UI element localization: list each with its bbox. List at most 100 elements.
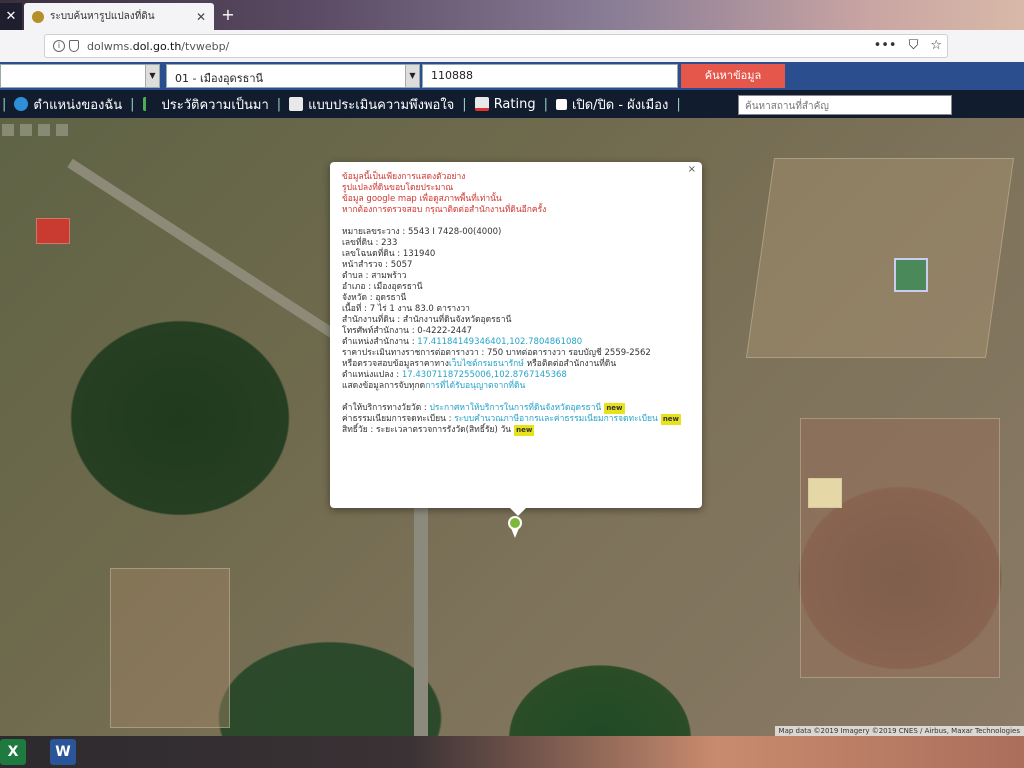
- new-badge: new: [660, 414, 682, 425]
- menu-separator: |: [462, 96, 467, 112]
- field-row: สำนักงานที่ดิน : สำนักงานที่ดินจังหวัดอุ…: [342, 315, 512, 325]
- search-button[interactable]: ค้นหาข้อมูล: [681, 64, 785, 88]
- warning-line: หากต้องการตรวจสอบ กรุณาติดต่อสำนักงานที่…: [342, 205, 547, 215]
- layer-icon[interactable]: [38, 124, 50, 136]
- service-row: คำให้บริการทางวัยวัด : ประกาศหาให้บริการ…: [342, 403, 625, 414]
- warning-line: รูปแปลงที่ดินขอบโดยประมาณ: [342, 183, 454, 193]
- permit-link[interactable]: การที่ได้รับอนุญาตจากที่ดิน: [425, 381, 525, 391]
- parcel-search-row: ▼ 01 - เมืองอุดรธานี ▼ 110888 ค้นหาข้อมู…: [0, 62, 1024, 90]
- location-icon: [14, 97, 29, 111]
- chevron-down-icon: ▼: [145, 65, 159, 87]
- office-location-link[interactable]: 17.41184149346401,102.7804861080: [417, 337, 582, 347]
- field-row: หมายเลขระวาง : 5543 I 7428-00(4000): [342, 227, 502, 237]
- menu-item-label: ประวัติความเป็นมา: [161, 97, 269, 113]
- menu-item-label: แบบประเมินความพึงพอใจ: [308, 97, 455, 113]
- url-actions: ••• ⛉ ☆: [874, 38, 942, 53]
- pocket-icon[interactable]: ⛉: [909, 38, 919, 53]
- field-row: จังหวัด : อุดรธานี: [342, 293, 407, 303]
- parcel-location-link[interactable]: 17.43071187255006,102.8767145368: [402, 370, 567, 380]
- service-link[interactable]: ระบบคำนวณภาษีอากรและค่าธรรมเนียมการจดทะเ…: [454, 414, 658, 424]
- parcel-number-value: 110888: [431, 69, 473, 82]
- field-row: เนื้อที่ : 7 ไร่ 1 งาน 83.0 ตารางวา: [342, 304, 470, 314]
- field-row: โทรศัพท์สำนักงาน : 0-4222-2447: [342, 326, 473, 336]
- map-building: [36, 218, 70, 244]
- map-building: [808, 478, 842, 508]
- district-select[interactable]: 01 - เมืองอุดรธานี ▼: [166, 64, 420, 88]
- new-badge: new: [604, 403, 625, 414]
- menu-item-my-location[interactable]: ตำแหน่งของฉัน: [8, 94, 128, 115]
- close-icon[interactable]: ×: [688, 164, 696, 175]
- close-icon[interactable]: ✕: [196, 10, 206, 24]
- checkbox-icon[interactable]: [556, 98, 567, 110]
- map-road: [414, 498, 428, 736]
- menu-separator: |: [543, 96, 548, 112]
- history-icon: [142, 97, 157, 111]
- menu-item-town-plan-toggle[interactable]: เปิด/ปิด - ผังเมือง: [550, 94, 674, 115]
- menu-separator: |: [276, 96, 282, 112]
- field-row: เลขโฉนดที่ดิน : 131940: [342, 249, 436, 259]
- survey-icon: [289, 97, 304, 111]
- map-field: [110, 568, 230, 728]
- new-badge: new: [514, 425, 535, 436]
- field-row: เลขที่ดิน : 233: [342, 238, 398, 248]
- treasury-link[interactable]: เว็บไซต์กรมธนารักษ์: [449, 359, 524, 369]
- measure-icon[interactable]: [2, 124, 14, 136]
- field-row: หน้าสำรวจ : 5057: [342, 260, 413, 270]
- excel-icon[interactable]: X: [0, 739, 26, 765]
- province-select[interactable]: ▼: [0, 64, 160, 88]
- menu-separator: |: [2, 96, 7, 112]
- close-tab-icon[interactable]: ✕: [0, 3, 22, 30]
- warning-line: ข้อมูล google map เพื่อดูสภาพพื้นที่เท่า…: [342, 194, 502, 204]
- browser-tab-active[interactable]: ระบบค้นหารูปแปลงที่ดิน ✕: [24, 3, 214, 30]
- field-row: ตำแหน่งแปลง : 17.43071187255006,102.8767…: [342, 370, 567, 380]
- address-bar[interactable]: i dolwms.dol.go.th/tvwebp/: [44, 34, 948, 58]
- draw-icon[interactable]: [20, 124, 32, 136]
- parcel-number-input[interactable]: 110888: [422, 64, 678, 88]
- map-toolbar: [2, 124, 68, 136]
- warning-line: ข้อมูลนี้เป็นเพียงการแสดงตัวอย่าง: [342, 172, 466, 182]
- os-taskbar: X W: [0, 736, 1024, 768]
- menu-item-label: เปิด/ปิด - ผังเมือง: [572, 97, 669, 113]
- field-row: ตำบล : สามพร้าว: [342, 271, 407, 281]
- menu-separator: |: [130, 96, 135, 112]
- site-favicon-icon: [32, 10, 44, 23]
- field-row: อำเภอ : เมืองอุดรธานี: [342, 282, 423, 292]
- map-building: [894, 258, 928, 292]
- menu-item-label: ตำแหน่งของฉัน: [33, 97, 123, 113]
- main-menu: | ตำแหน่งของฉัน | ประวัติความเป็นมา | แบ…: [0, 90, 1024, 118]
- field-row: แสดงข้อมูลการจับทุกดการที่ได้รับอนุญาตจา…: [342, 381, 526, 391]
- place-search-input[interactable]: ค้นหาสถานที่สำคัญ: [738, 95, 952, 115]
- tab-title: ระบบค้นหารูปแปลงที่ดิน: [50, 11, 155, 22]
- service-link[interactable]: ประกาศหาให้บริการในการที่ดินจังหวัดอุดรธ…: [430, 403, 602, 413]
- menu-item-survey[interactable]: แบบประเมินความพึงพอใจ: [283, 94, 460, 115]
- browser-tab-bar: ✕ ระบบค้นหารูปแปลงที่ดิน ✕ +: [0, 0, 1024, 30]
- district-value: 01 - เมืองอุดรธานี: [175, 72, 264, 85]
- new-tab-button[interactable]: +: [218, 4, 238, 26]
- map-attribution: Map data ©2019 Imagery ©2019 CNES / Airb…: [774, 726, 1024, 736]
- bookmark-star-icon[interactable]: ☆: [930, 38, 942, 53]
- price-check-row: หรือตรวจสอบข้อมูลราคาทางเว็บไซต์กรมธนารั…: [342, 359, 617, 369]
- map-field: [800, 418, 1000, 678]
- url-text: dolwms.dol.go.th/tvwebp/: [87, 39, 230, 53]
- map-field: [745, 158, 1015, 358]
- browser-navbar: i dolwms.dol.go.th/tvwebp/ ••• ⛉ ☆: [0, 30, 1024, 62]
- chart-icon: [474, 97, 489, 111]
- map-marker-tail: [511, 528, 519, 538]
- menu-item-label: Rating: [493, 96, 536, 112]
- service-row: สิทธิ์วัย : ระยะเวลาตรวจการรังวัด(สิทธิ์…: [342, 425, 535, 436]
- parcel-info-popup: × ข้อมูลนี้เป็นเพียงการแสดงตัวอย่าง รูปแ…: [330, 162, 702, 516]
- info-icon[interactable]: i: [53, 40, 65, 52]
- more-icon[interactable]: •••: [874, 38, 897, 53]
- shield-icon[interactable]: [69, 40, 79, 52]
- menu-separator: |: [676, 96, 681, 112]
- popup-tail: [510, 508, 526, 516]
- chevron-down-icon: ▼: [405, 65, 419, 87]
- service-row: ค่าธรรมเนียมการจดทะเบียน : ระบบคำนวณภาษี…: [342, 414, 682, 425]
- menu-item-rating[interactable]: Rating: [469, 97, 542, 112]
- map-road: [67, 158, 350, 347]
- word-icon[interactable]: W: [50, 739, 76, 765]
- tool-icon[interactable]: [56, 124, 68, 136]
- field-row: ตำแหน่งสำนักงาน : 17.41184149346401,102.…: [342, 337, 583, 347]
- price-row: ราคาประเมินทางราชการต่อตารางวา : 750 บาท…: [342, 348, 651, 358]
- menu-item-history[interactable]: ประวัติความเป็นมา: [137, 94, 275, 115]
